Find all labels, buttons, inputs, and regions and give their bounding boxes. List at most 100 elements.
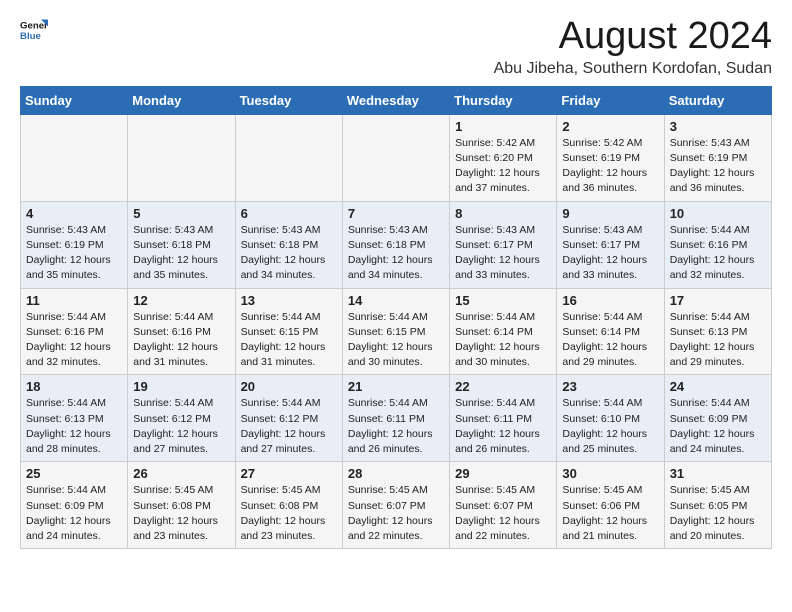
calendar-cell: 11 Sunrise: 5:44 AM Sunset: 6:16 PM Dayli…: [21, 288, 128, 375]
calendar-week-2: 4Sunrise: 5:43 AM Sunset: 6:19 PM Daylig…: [21, 201, 772, 288]
day-number: 25: [26, 466, 122, 481]
location-title: Abu Jibeha, Southern Kordofan, Sudan: [494, 60, 772, 78]
day-number: 19: [133, 379, 229, 394]
day-header-wednesday: Wednesday: [342, 86, 449, 114]
calendar-cell: 14 Sunrise: 5:44 AM Sunset: 6:15 PM Dayli…: [342, 288, 449, 375]
day-number: 14: [348, 293, 444, 308]
day-number: 7: [348, 206, 444, 221]
logo: General Blue: [20, 16, 48, 44]
calendar-cell: 24Sunrise: 5:44 AM Sunset: 6:09 PM Dayli…: [664, 375, 771, 462]
day-info: Sunrise: 5:44 AM Sunset: 6:09 PM Dayligh…: [26, 483, 122, 544]
day-info: Sunrise: 5:45 AM Sunset: 6:07 PM Dayligh…: [455, 483, 551, 544]
calendar-body: 1Sunrise: 5:42 AM Sunset: 6:20 PM Daylig…: [21, 114, 772, 548]
calendar-cell: 17 Sunrise: 5:44 AM Sunset: 6:13 PM Dayli…: [664, 288, 771, 375]
calendar-week-5: 25 Sunrise: 5:44 AM Sunset: 6:09 PM Dayli…: [21, 462, 772, 549]
day-number: 24: [670, 379, 766, 394]
day-header-friday: Friday: [557, 86, 664, 114]
day-info: Sunrise: 5:44 AM Sunset: 6:13 PM Dayligh…: [670, 310, 766, 371]
day-info: Sunrise: 5:44 AM Sunset: 6:15 PM Dayligh…: [241, 310, 337, 371]
calendar-cell: 1Sunrise: 5:42 AM Sunset: 6:20 PM Daylig…: [450, 114, 557, 201]
day-number: 9: [562, 206, 658, 221]
day-info: Sunrise: 5:43 AM Sunset: 6:18 PM Dayligh…: [241, 223, 337, 284]
logo-icon: General Blue: [20, 16, 48, 44]
calendar-cell: 4Sunrise: 5:43 AM Sunset: 6:19 PM Daylig…: [21, 201, 128, 288]
day-number: 10: [670, 206, 766, 221]
day-number: 21: [348, 379, 444, 394]
day-number: 30: [562, 466, 658, 481]
calendar-cell: [342, 114, 449, 201]
day-number: 2: [562, 119, 658, 134]
day-number: 26: [133, 466, 229, 481]
calendar-cell: 30 Sunrise: 5:45 AM Sunset: 6:06 PM Dayli…: [557, 462, 664, 549]
calendar-cell: 19 Sunrise: 5:44 AM Sunset: 6:12 PM Dayli…: [128, 375, 235, 462]
day-info: Sunrise: 5:44 AM Sunset: 6:14 PM Dayligh…: [455, 310, 551, 371]
day-info: Sunrise: 5:45 AM Sunset: 6:08 PM Dayligh…: [133, 483, 229, 544]
calendar-cell: 10 Sunrise: 5:44 AM Sunset: 6:16 PM Dayli…: [664, 201, 771, 288]
day-number: 27: [241, 466, 337, 481]
day-number: 29: [455, 466, 551, 481]
calendar-week-3: 11 Sunrise: 5:44 AM Sunset: 6:16 PM Dayli…: [21, 288, 772, 375]
day-number: 6: [241, 206, 337, 221]
day-info: Sunrise: 5:44 AM Sunset: 6:16 PM Dayligh…: [26, 310, 122, 371]
day-number: 11: [26, 293, 122, 308]
day-info: Sunrise: 5:45 AM Sunset: 6:08 PM Dayligh…: [241, 483, 337, 544]
day-info: Sunrise: 5:45 AM Sunset: 6:07 PM Dayligh…: [348, 483, 444, 544]
month-title: August 2024: [494, 16, 772, 58]
day-info: Sunrise: 5:44 AM Sunset: 6:11 PM Dayligh…: [348, 396, 444, 457]
calendar-week-1: 1Sunrise: 5:42 AM Sunset: 6:20 PM Daylig…: [21, 114, 772, 201]
calendar-table: SundayMondayTuesdayWednesdayThursdayFrid…: [20, 86, 772, 549]
day-info: Sunrise: 5:43 AM Sunset: 6:19 PM Dayligh…: [670, 136, 766, 197]
day-number: 18: [26, 379, 122, 394]
day-info: Sunrise: 5:42 AM Sunset: 6:19 PM Dayligh…: [562, 136, 658, 197]
calendar-cell: 15Sunrise: 5:44 AM Sunset: 6:14 PM Dayli…: [450, 288, 557, 375]
day-number: 16: [562, 293, 658, 308]
calendar-cell: 26 Sunrise: 5:45 AM Sunset: 6:08 PM Dayli…: [128, 462, 235, 549]
day-number: 31: [670, 466, 766, 481]
day-info: Sunrise: 5:44 AM Sunset: 6:11 PM Dayligh…: [455, 396, 551, 457]
calendar-cell: 27 Sunrise: 5:45 AM Sunset: 6:08 PM Dayli…: [235, 462, 342, 549]
calendar-cell: 9 Sunrise: 5:43 AM Sunset: 6:17 PM Daylig…: [557, 201, 664, 288]
day-number: 13: [241, 293, 337, 308]
calendar-cell: 2 Sunrise: 5:42 AM Sunset: 6:19 PM Daylig…: [557, 114, 664, 201]
day-info: Sunrise: 5:43 AM Sunset: 6:18 PM Dayligh…: [133, 223, 229, 284]
day-header-tuesday: Tuesday: [235, 86, 342, 114]
day-info: Sunrise: 5:44 AM Sunset: 6:10 PM Dayligh…: [562, 396, 658, 457]
calendar-week-4: 18 Sunrise: 5:44 AM Sunset: 6:13 PM Dayli…: [21, 375, 772, 462]
day-number: 12: [133, 293, 229, 308]
day-info: Sunrise: 5:43 AM Sunset: 6:18 PM Dayligh…: [348, 223, 444, 284]
calendar-cell: 28 Sunrise: 5:45 AM Sunset: 6:07 PM Dayli…: [342, 462, 449, 549]
day-number: 1: [455, 119, 551, 134]
calendar-cell: 23 Sunrise: 5:44 AM Sunset: 6:10 PM Dayli…: [557, 375, 664, 462]
day-info: Sunrise: 5:43 AM Sunset: 6:17 PM Dayligh…: [455, 223, 551, 284]
calendar-cell: 13 Sunrise: 5:44 AM Sunset: 6:15 PM Dayli…: [235, 288, 342, 375]
day-header-sunday: Sunday: [21, 86, 128, 114]
day-header-monday: Monday: [128, 86, 235, 114]
calendar-cell: 22 Sunrise: 5:44 AM Sunset: 6:11 PM Dayli…: [450, 375, 557, 462]
calendar-cell: 29 Sunrise: 5:45 AM Sunset: 6:07 PM Dayli…: [450, 462, 557, 549]
day-info: Sunrise: 5:43 AM Sunset: 6:17 PM Dayligh…: [562, 223, 658, 284]
day-number: 28: [348, 466, 444, 481]
day-info: Sunrise: 5:44 AM Sunset: 6:12 PM Dayligh…: [241, 396, 337, 457]
day-info: Sunrise: 5:44 AM Sunset: 6:13 PM Dayligh…: [26, 396, 122, 457]
page-header: General Blue August 2024 Abu Jibeha, Sou…: [20, 16, 772, 78]
svg-text:Blue: Blue: [20, 31, 41, 42]
calendar-cell: 12Sunrise: 5:44 AM Sunset: 6:16 PM Dayli…: [128, 288, 235, 375]
calendar-cell: 25 Sunrise: 5:44 AM Sunset: 6:09 PM Dayli…: [21, 462, 128, 549]
title-block: August 2024 Abu Jibeha, Southern Kordofa…: [494, 16, 772, 78]
day-info: Sunrise: 5:44 AM Sunset: 6:12 PM Dayligh…: [133, 396, 229, 457]
calendar-cell: 7 Sunrise: 5:43 AM Sunset: 6:18 PM Daylig…: [342, 201, 449, 288]
day-number: 17: [670, 293, 766, 308]
day-info: Sunrise: 5:45 AM Sunset: 6:06 PM Dayligh…: [562, 483, 658, 544]
day-number: 23: [562, 379, 658, 394]
calendar-cell: 3 Sunrise: 5:43 AM Sunset: 6:19 PM Daylig…: [664, 114, 771, 201]
day-number: 5: [133, 206, 229, 221]
day-number: 22: [455, 379, 551, 394]
calendar-cell: 18 Sunrise: 5:44 AM Sunset: 6:13 PM Dayli…: [21, 375, 128, 462]
day-number: 8: [455, 206, 551, 221]
day-number: 3: [670, 119, 766, 134]
day-info: Sunrise: 5:44 AM Sunset: 6:15 PM Dayligh…: [348, 310, 444, 371]
calendar-cell: 21 Sunrise: 5:44 AM Sunset: 6:11 PM Dayli…: [342, 375, 449, 462]
calendar-cell: [235, 114, 342, 201]
day-info: Sunrise: 5:44 AM Sunset: 6:16 PM Dayligh…: [670, 223, 766, 284]
calendar-cell: 5 Sunrise: 5:43 AM Sunset: 6:18 PM Daylig…: [128, 201, 235, 288]
